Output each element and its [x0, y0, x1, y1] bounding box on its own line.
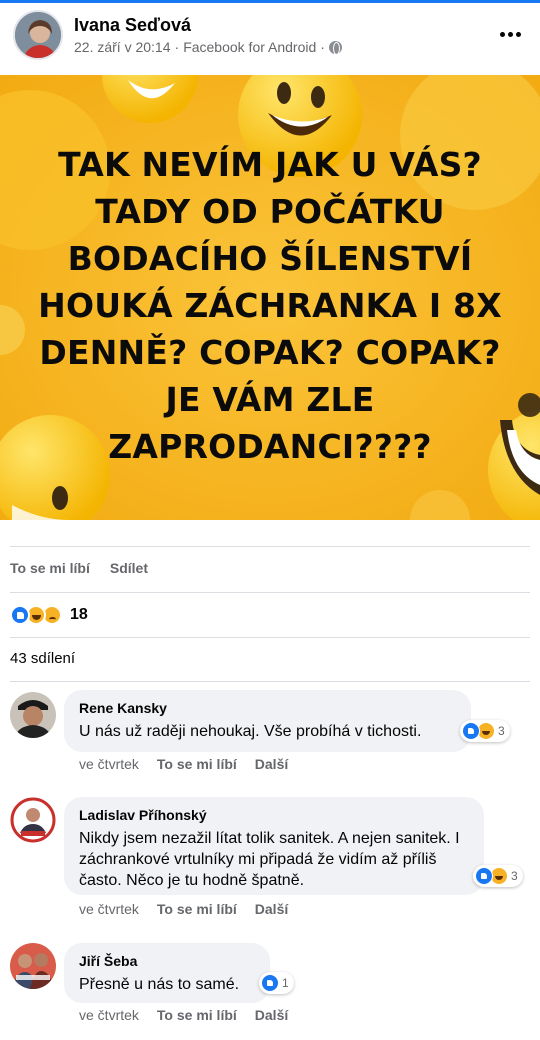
- comment-text: Přesně u nás to samé.: [79, 976, 240, 993]
- comment-reaction-count: 1: [282, 976, 289, 990]
- divider: [10, 681, 530, 682]
- comment-reactions[interactable]: 3: [473, 865, 523, 887]
- reaction-count: 18: [70, 606, 88, 623]
- comment-like-button[interactable]: To se mi líbí: [157, 1007, 237, 1023]
- comment-reactions[interactable]: 1: [259, 972, 294, 994]
- meta-separator: ·: [174, 39, 180, 55]
- comment-bubble: Jiří Šeba Přesně u nás to samé.: [64, 943, 270, 1003]
- post-actions: To se mi líbí Sdílet: [10, 560, 148, 580]
- divider: [10, 592, 530, 593]
- comment-bubble: Ladislav Příhonský Nikdy jsem nezažil lí…: [64, 797, 484, 895]
- comment-bubble: Rene Kansky U nás už raději nehoukaj. Vš…: [64, 690, 471, 752]
- comment-more-button[interactable]: Další: [255, 756, 288, 772]
- like-reaction-icon: [261, 974, 279, 992]
- meta-separator: ·: [320, 39, 325, 55]
- commenter-name[interactable]: Jiří Šeba: [79, 952, 255, 970]
- more-options-icon[interactable]: [500, 29, 526, 39]
- commenter-avatar[interactable]: [10, 943, 56, 989]
- post-meta: 22. září v 20:14 · Facebook for Android …: [74, 39, 342, 55]
- author-avatar[interactable]: [13, 10, 63, 60]
- comment-text: Nikdy jsem nezažil lítat tolik sanitek. …: [79, 830, 460, 889]
- comment-time[interactable]: ve čtvrtek: [79, 1007, 139, 1023]
- comment-reaction-count: 3: [511, 869, 518, 883]
- comment-reaction-count: 3: [498, 724, 505, 738]
- commenter-avatar[interactable]: [10, 692, 56, 738]
- like-reaction-icon: [462, 722, 480, 740]
- image-caption-text: TAK NEVÍM JAK U VÁS? TADY OD POČÁTKU BOD…: [38, 145, 502, 466]
- commenter-name[interactable]: Rene Kansky: [79, 699, 456, 717]
- comment-like-button[interactable]: To se mi líbí: [157, 756, 237, 772]
- comment-meta: ve čtvrtek To se mi líbí Další: [79, 756, 288, 772]
- post-source: Facebook for Android: [183, 39, 317, 55]
- comment-meta: ve čtvrtek To se mi líbí Další: [79, 1007, 288, 1023]
- comment-time[interactable]: ve čtvrtek: [79, 756, 139, 772]
- comment-like-button[interactable]: To se mi líbí: [157, 901, 237, 917]
- like-reaction-icon: [10, 605, 30, 625]
- divider: [10, 637, 530, 638]
- commenter-avatar[interactable]: [10, 797, 56, 843]
- post-image[interactable]: TAK NEVÍM JAK U VÁS? TADY OD POČÁTKU BOD…: [0, 75, 540, 520]
- share-count[interactable]: 43 sdílení: [10, 650, 75, 667]
- post-date[interactable]: 22. září v 20:14: [74, 39, 171, 55]
- post-header: Ivana Seďová 22. září v 20:14 · Facebook…: [0, 3, 540, 75]
- like-button[interactable]: To se mi líbí: [10, 560, 90, 580]
- comment-text: U nás už raději nehoukaj. Vše probíhá v …: [79, 723, 422, 740]
- globe-icon: [328, 40, 342, 55]
- comment-time[interactable]: ve čtvrtek: [79, 901, 139, 917]
- commenter-name[interactable]: Ladislav Příhonský: [79, 806, 469, 824]
- divider: [10, 546, 530, 547]
- comment-more-button[interactable]: Další: [255, 901, 288, 917]
- comment-meta: ve čtvrtek To se mi líbí Další: [79, 901, 288, 917]
- reactions-summary[interactable]: 18: [10, 603, 88, 627]
- comment-reactions[interactable]: 3: [460, 720, 510, 742]
- share-button[interactable]: Sdílet: [110, 560, 148, 580]
- like-reaction-icon: [475, 867, 493, 885]
- author-name[interactable]: Ivana Seďová: [74, 15, 191, 36]
- comment-more-button[interactable]: Další: [255, 1007, 288, 1023]
